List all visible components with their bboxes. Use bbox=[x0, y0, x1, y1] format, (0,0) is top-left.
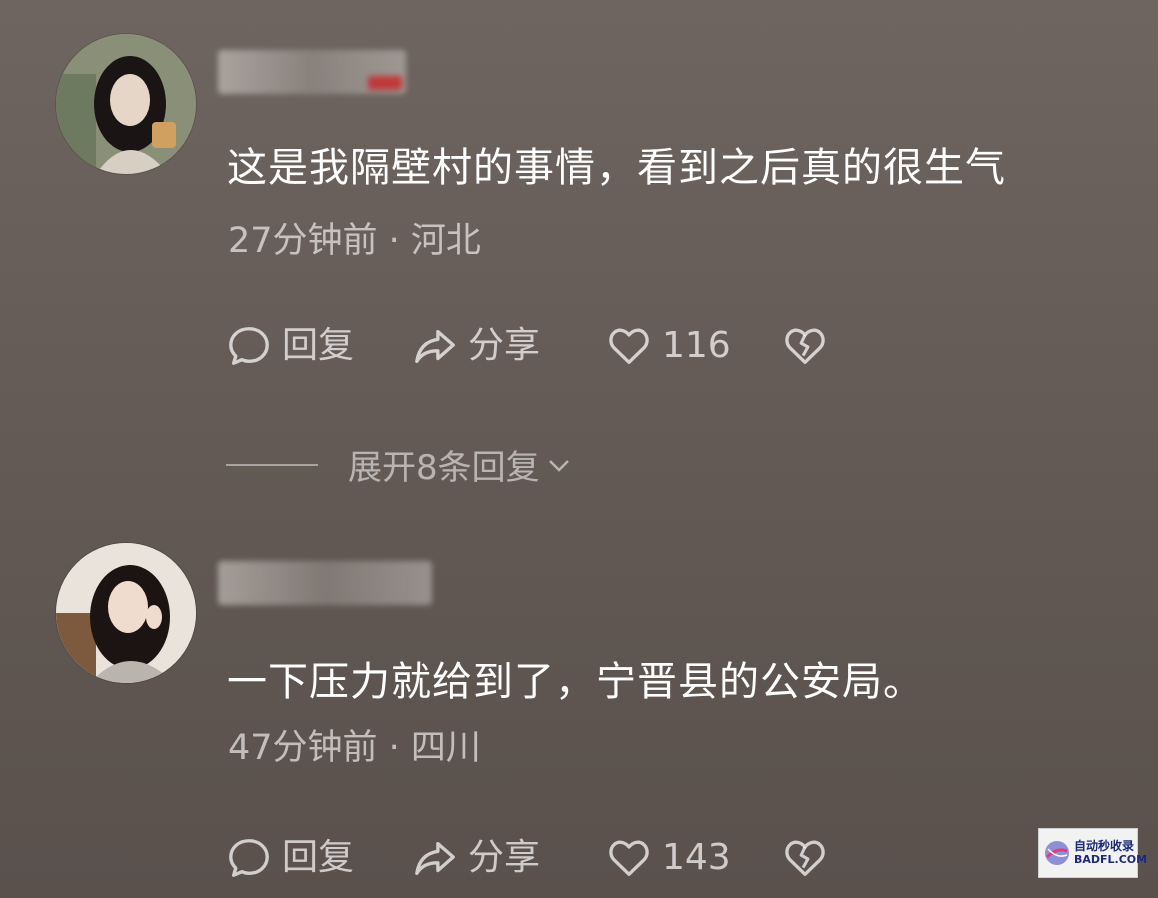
reply-label: 回复 bbox=[282, 837, 355, 878]
like-count: 116 bbox=[662, 325, 731, 366]
dislike-button[interactable] bbox=[782, 323, 828, 369]
avatar[interactable] bbox=[56, 34, 196, 174]
dislike-button[interactable] bbox=[782, 835, 828, 881]
comment-actions: 回复 分享 143 bbox=[226, 835, 846, 885]
broken-heart-icon bbox=[785, 840, 825, 876]
watermark-logo: 自动秒收录 BADFL.COM bbox=[1038, 828, 1147, 878]
share-label: 分享 bbox=[468, 837, 541, 878]
username-blurred[interactable] bbox=[218, 561, 432, 605]
reply-label: 回复 bbox=[282, 325, 355, 366]
comment-actions: 回复 分享 116 bbox=[226, 323, 846, 373]
chevron-down-icon bbox=[548, 459, 569, 472]
heart-outline-icon bbox=[609, 328, 649, 364]
reply-button[interactable]: 回复 bbox=[226, 835, 354, 881]
comment-meta: 47分钟前 · 四川 bbox=[228, 728, 481, 768]
divider-line bbox=[226, 463, 318, 466]
username-blurred[interactable] bbox=[218, 50, 406, 94]
share-arrow-icon bbox=[415, 329, 455, 364]
like-count: 143 bbox=[662, 837, 731, 878]
globe-icon bbox=[1045, 841, 1069, 865]
like-button[interactable]: 116 bbox=[606, 323, 731, 369]
speech-bubble-icon bbox=[229, 327, 269, 365]
like-button[interactable]: 143 bbox=[606, 835, 731, 881]
watermark-text: 自动秒收录 bbox=[1074, 839, 1135, 854]
share-button[interactable]: 分享 bbox=[412, 323, 540, 369]
speech-bubble-icon bbox=[229, 839, 269, 877]
comment-meta: 27分钟前 · 河北 bbox=[228, 221, 481, 261]
watermark-domain: BADFL.COM bbox=[1074, 852, 1148, 866]
share-button[interactable]: 分享 bbox=[412, 835, 540, 881]
avatar[interactable] bbox=[56, 543, 196, 683]
expand-replies-button[interactable]: 展开8条回复 bbox=[226, 440, 574, 489]
reply-button[interactable]: 回复 bbox=[226, 323, 354, 369]
broken-heart-icon bbox=[785, 328, 825, 364]
heart-outline-icon bbox=[609, 840, 649, 876]
share-label: 分享 bbox=[468, 325, 541, 366]
expand-replies-label: 展开8条回复 bbox=[348, 448, 540, 488]
comment-text: 这是我隔壁村的事情，看到之后真的很生气 bbox=[227, 145, 1006, 191]
share-arrow-icon bbox=[415, 841, 455, 876]
comment-text: 一下压力就给到了，宁晋县的公安局。 bbox=[227, 659, 924, 705]
